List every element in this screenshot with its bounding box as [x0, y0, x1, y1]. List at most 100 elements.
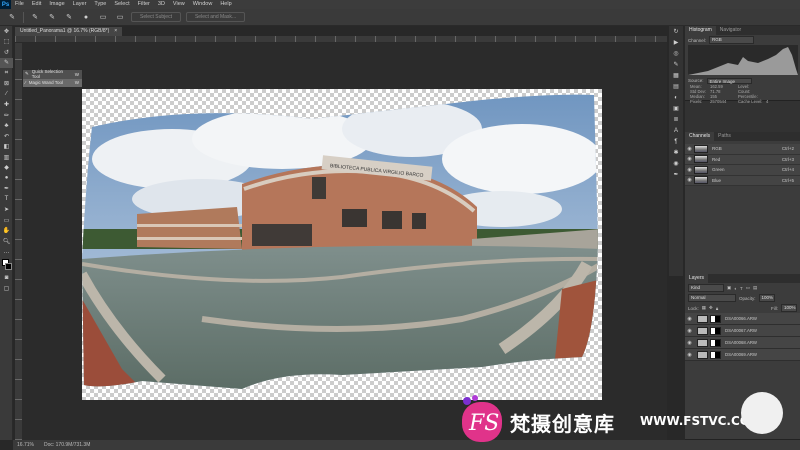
- eye-icon[interactable]: ◉: [685, 177, 694, 183]
- blur-tool-icon[interactable]: ◆: [0, 163, 13, 174]
- sample-all-layers-icon[interactable]: ▭: [97, 12, 109, 23]
- history-icon[interactable]: ↻: [669, 26, 683, 37]
- color-swatches[interactable]: [0, 257, 13, 273]
- tab-paths[interactable]: Paths: [714, 132, 735, 141]
- marquee-tool-icon[interactable]: ⬚: [0, 37, 13, 48]
- filter-smart-icon[interactable]: ▤: [753, 285, 757, 291]
- menu-image[interactable]: Image: [45, 0, 68, 9]
- menu-help[interactable]: Help: [216, 0, 235, 9]
- tab-channels[interactable]: Channels: [685, 132, 715, 141]
- document-canvas[interactable]: BIBLIOTECA PUBLICA VIRGILIO BARCO: [82, 89, 602, 400]
- layer-row[interactable]: ◉ DSA00069.ARW: [685, 349, 800, 361]
- gradient-tool-icon[interactable]: ▥: [0, 152, 13, 163]
- quick-selection-tool-icon[interactable]: ✎: [0, 57, 13, 68]
- flyout-quick-selection[interactable]: ✎ Quick Selection Tool W: [23, 69, 82, 79]
- menu-type[interactable]: Type: [90, 0, 110, 9]
- filter-type-icon[interactable]: T: [740, 286, 743, 291]
- channel-row-blue[interactable]: ◉ Blue Ctrl+5: [685, 175, 800, 186]
- zoom-tool-icon[interactable]: 🔍︎: [0, 236, 13, 247]
- healing-brush-icon[interactable]: ✚: [0, 100, 13, 111]
- lock-all-icon[interactable]: 🔒︎: [716, 306, 718, 311]
- brush-tool-icon[interactable]: ✏: [0, 110, 13, 121]
- select-and-mask-button[interactable]: Select and Mask...: [185, 12, 246, 22]
- document-tab[interactable]: Untitled_Panorama1 @ 16.7% (RGB/8*) ×: [15, 27, 123, 36]
- zoom-level[interactable]: 16.71%: [17, 442, 34, 448]
- layer-row[interactable]: ◉ DSA00068.ARW: [685, 337, 800, 349]
- close-tab-icon[interactable]: ×: [114, 27, 117, 36]
- color-panel-icon[interactable]: ▦: [669, 70, 683, 81]
- filter-shape-icon[interactable]: ▭: [746, 285, 750, 291]
- menu-view[interactable]: View: [169, 0, 189, 9]
- eye-icon[interactable]: ◉: [685, 328, 694, 334]
- tab-histogram[interactable]: Histogram: [685, 26, 716, 35]
- glyphs-icon[interactable]: ✱: [669, 147, 683, 158]
- paragraph-icon[interactable]: ¶: [669, 136, 683, 147]
- menu-3d[interactable]: 3D: [154, 0, 169, 9]
- select-subject-button[interactable]: Select Subject: [131, 12, 181, 22]
- hand-tool-icon[interactable]: ✋: [0, 226, 13, 237]
- eyedropper-tool-icon[interactable]: ∕: [0, 89, 13, 100]
- eye-icon[interactable]: ◉: [685, 340, 694, 346]
- layer-row[interactable]: ◉ DSA00067.ARW: [685, 325, 800, 337]
- type-tool-icon[interactable]: T: [0, 194, 13, 205]
- rectangle-tool-icon[interactable]: ▭: [0, 215, 13, 226]
- fill-input[interactable]: 100%: [781, 304, 797, 312]
- channel-row-red[interactable]: ◉ Red Ctrl+3: [685, 154, 800, 165]
- frame-tool-icon[interactable]: ⊠: [0, 79, 13, 90]
- learn-icon[interactable]: ◎: [669, 48, 683, 59]
- layer-filter-select[interactable]: Kind: [688, 284, 724, 292]
- background-color-swatch[interactable]: [5, 263, 12, 270]
- eye-icon[interactable]: ◉: [685, 352, 694, 358]
- enhance-edge-icon[interactable]: ▭: [114, 12, 126, 23]
- path-selection-icon[interactable]: ➤: [0, 205, 13, 216]
- menu-file[interactable]: File: [11, 0, 28, 9]
- eye-icon[interactable]: ◉: [685, 316, 694, 322]
- clone-stamp-icon[interactable]: ♣: [0, 121, 13, 132]
- adjustments-icon[interactable]: ◐: [669, 92, 683, 103]
- channel-row-green[interactable]: ◉ Green Ctrl+4: [685, 165, 800, 176]
- channel-row-rgb[interactable]: ◉ RGB Ctrl+2: [685, 144, 800, 155]
- menu-window[interactable]: Window: [189, 0, 217, 9]
- flyout-magic-wand[interactable]: ⁄ Magic Wand Tool W: [23, 78, 82, 87]
- subtract-from-selection-icon[interactable]: ✎: [63, 12, 75, 23]
- brush-size-icon[interactable]: ●: [80, 12, 92, 23]
- properties-icon[interactable]: ≣: [669, 114, 683, 125]
- menu-select[interactable]: Select: [110, 0, 133, 9]
- play-icon[interactable]: ▶: [669, 37, 683, 48]
- move-tool-icon[interactable]: ✥: [0, 26, 13, 37]
- character-icon[interactable]: A: [669, 125, 683, 136]
- opacity-input[interactable]: 100%: [758, 294, 775, 302]
- paths-dock-icon[interactable]: ✒: [669, 169, 683, 180]
- quick-mask-icon[interactable]: ◙: [0, 273, 13, 284]
- add-to-selection-icon[interactable]: ✎: [46, 12, 58, 23]
- layer-row[interactable]: ◉ DSA00066.ARW: [685, 313, 800, 325]
- tab-navigator[interactable]: Navigator: [716, 26, 745, 35]
- new-selection-icon[interactable]: ✎: [29, 12, 41, 23]
- menu-layer[interactable]: Layer: [69, 0, 91, 9]
- menu-filter[interactable]: Filter: [134, 0, 154, 9]
- source-select[interactable]: Entire Image: [706, 77, 752, 84]
- lock-position-icon[interactable]: ✥: [709, 305, 713, 311]
- crop-tool-icon[interactable]: ⌗: [0, 68, 13, 79]
- filter-adjust-icon[interactable]: ◐: [734, 286, 737, 291]
- channel-select[interactable]: RGB: [709, 36, 755, 44]
- brush-panel-icon[interactable]: ✎: [669, 59, 683, 70]
- lasso-tool-icon[interactable]: ↺: [0, 47, 13, 58]
- lock-pixels-icon[interactable]: ▦: [702, 305, 706, 311]
- eye-icon[interactable]: ◉: [685, 156, 694, 162]
- tab-layers[interactable]: Layers: [685, 274, 709, 283]
- quick-selection-preset-icon[interactable]: ✎: [6, 12, 18, 23]
- channels-dock-icon[interactable]: ◉: [669, 158, 683, 169]
- more-tools-icon[interactable]: …: [0, 247, 13, 258]
- dodge-tool-icon[interactable]: ●: [0, 173, 13, 184]
- history-brush-icon[interactable]: ↶: [0, 131, 13, 142]
- filter-pixel-icon[interactable]: ▣: [727, 285, 731, 291]
- menu-edit[interactable]: Edit: [28, 0, 45, 9]
- libraries-icon[interactable]: ▣: [669, 103, 683, 114]
- eye-icon[interactable]: ◉: [685, 146, 694, 152]
- eye-icon[interactable]: ◉: [685, 167, 694, 173]
- pen-tool-icon[interactable]: ✒: [0, 184, 13, 195]
- blend-mode-select[interactable]: Normal: [688, 294, 736, 302]
- swatches-icon[interactable]: ▤: [669, 81, 683, 92]
- screen-mode-icon[interactable]: ▢: [0, 284, 13, 295]
